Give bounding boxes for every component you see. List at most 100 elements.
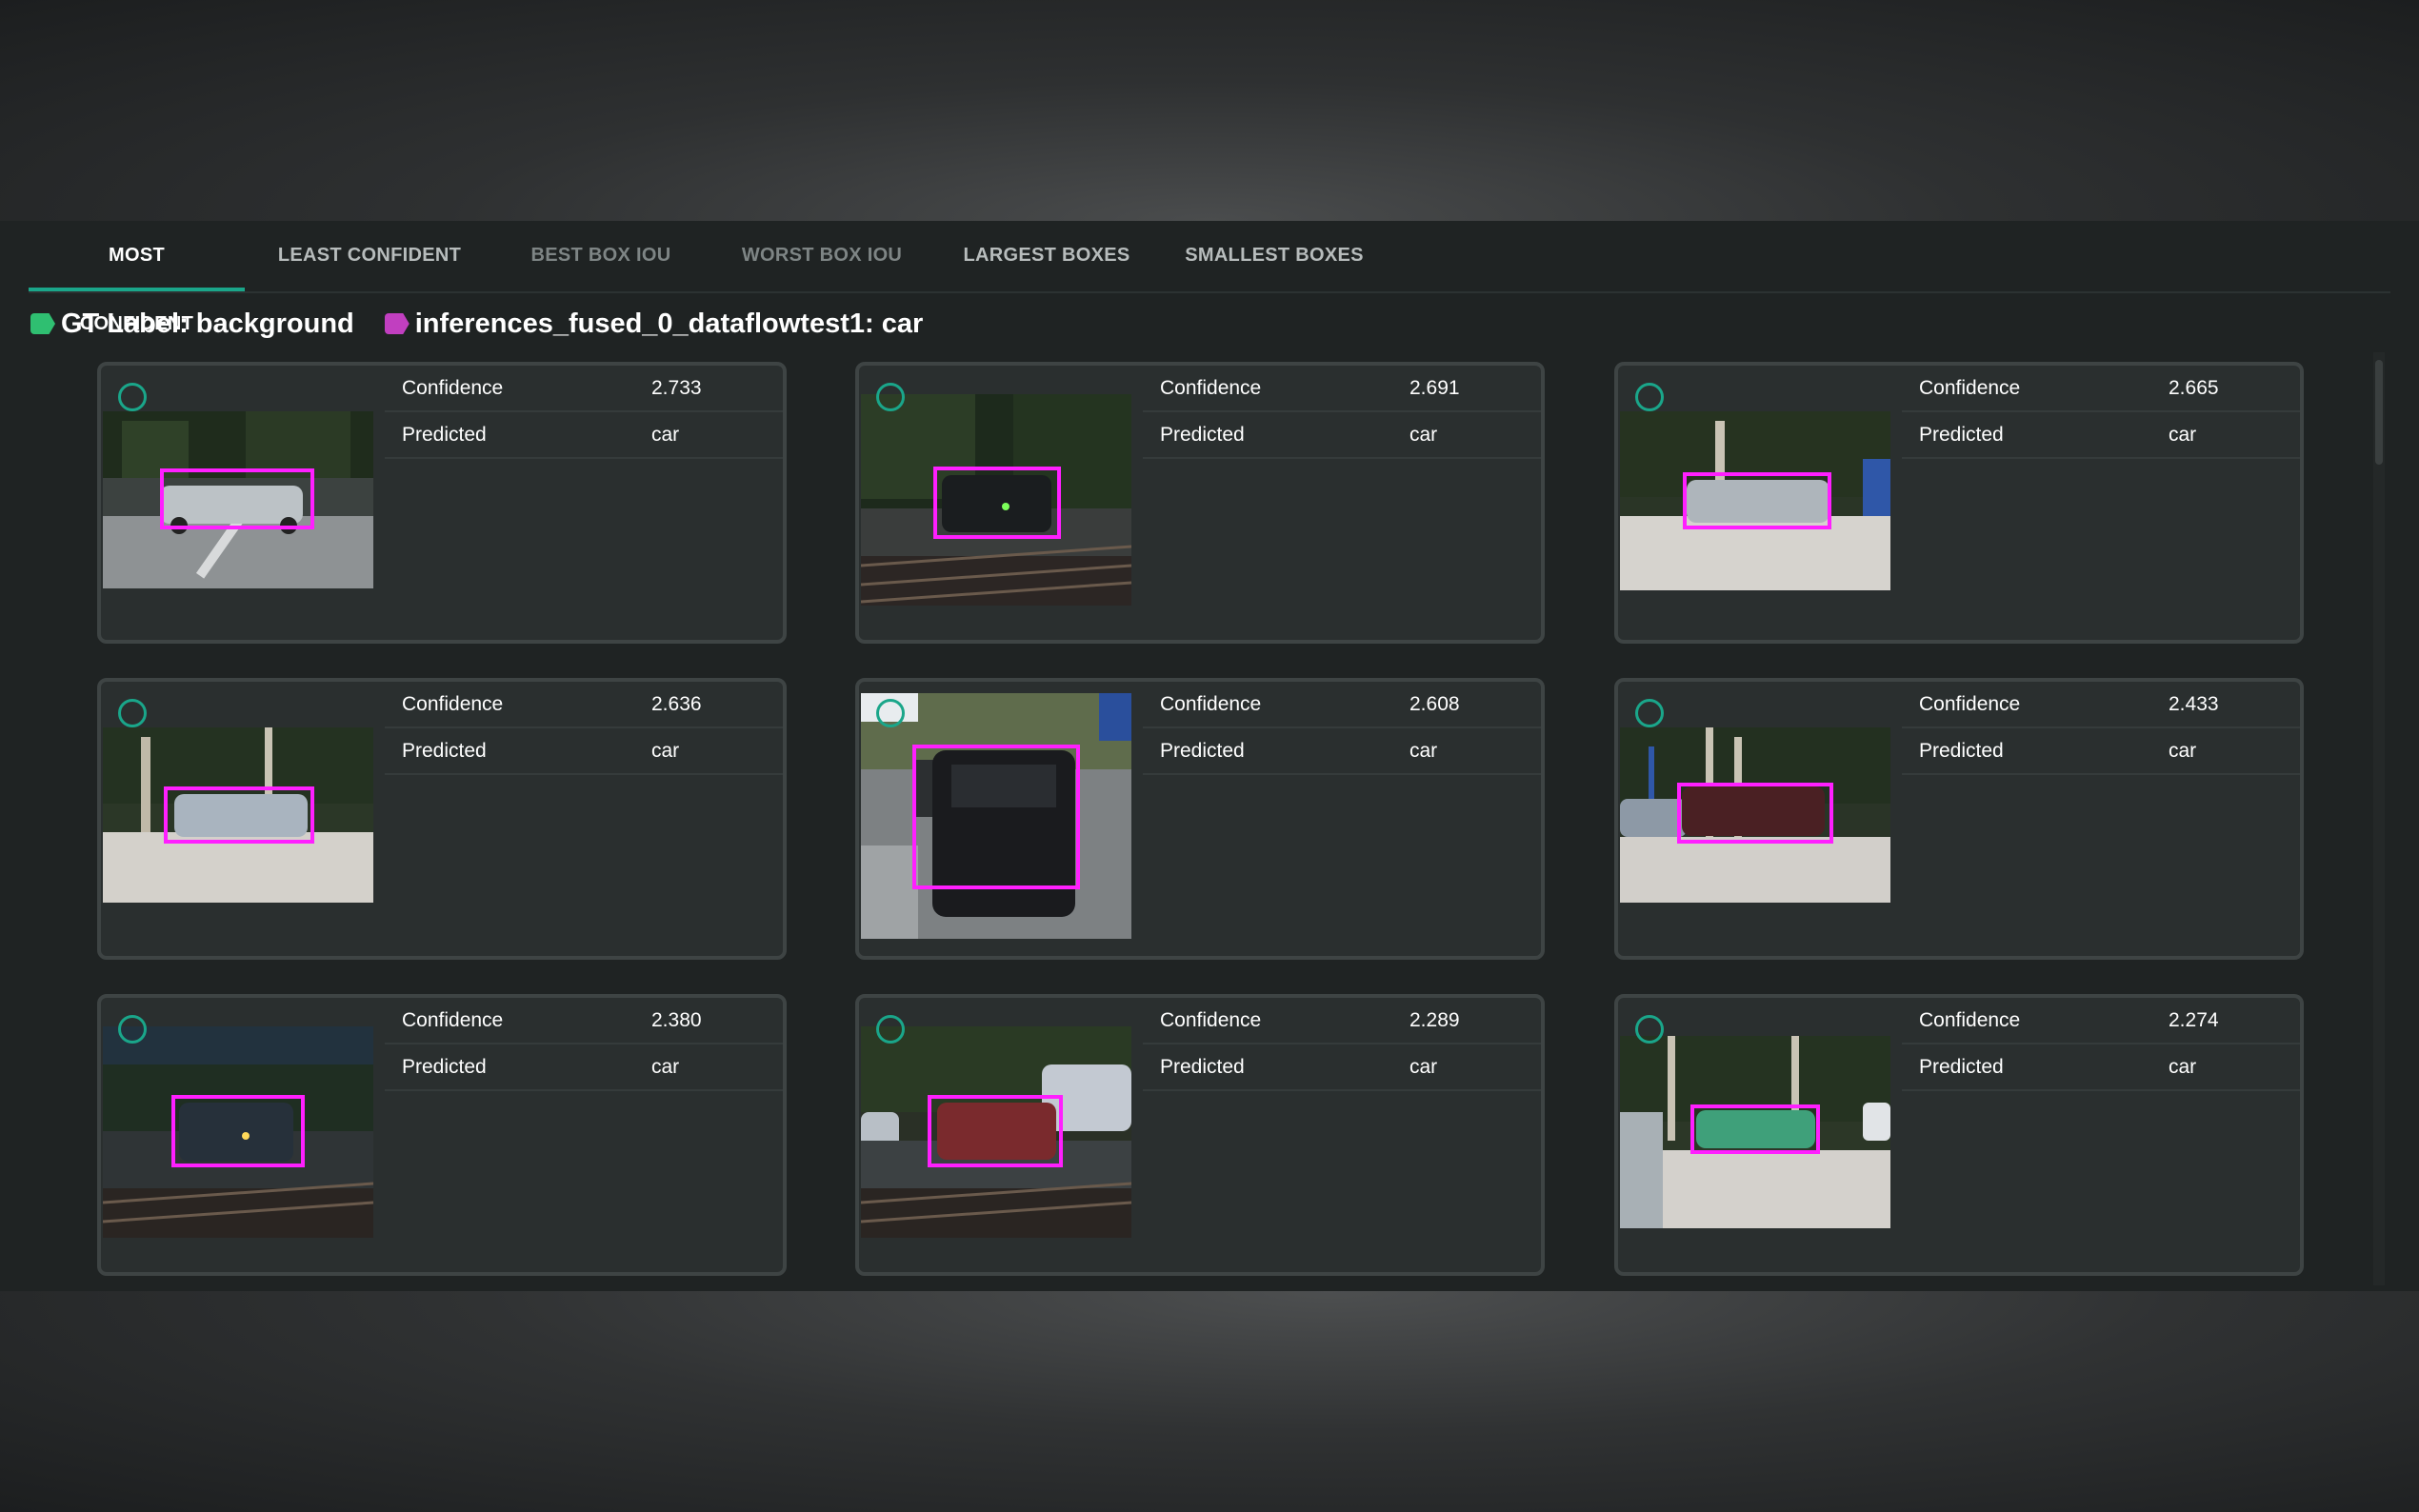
result-card[interactable]: Confidence 2.636 Predicted car bbox=[97, 678, 787, 960]
predicted-row: Predicted car bbox=[1143, 1044, 1541, 1091]
confidence-row: Confidence 2.691 bbox=[1143, 366, 1541, 412]
confidence-label: Confidence bbox=[402, 693, 504, 715]
tab-most-confident[interactable]: MOST CONFIDENT bbox=[29, 221, 245, 334]
predicted-label: Predicted bbox=[402, 424, 487, 446]
select-checkbox[interactable] bbox=[118, 699, 147, 727]
result-card[interactable]: Confidence 2.433 Predicted car bbox=[1614, 678, 2304, 960]
confidence-label: Confidence bbox=[1919, 1009, 2021, 1031]
confidence-label: Confidence bbox=[1160, 693, 1262, 715]
thumbnail-image bbox=[103, 411, 373, 588]
thumbnail-image bbox=[103, 727, 373, 903]
select-checkbox[interactable] bbox=[1635, 1015, 1664, 1044]
predicted-row: Predicted car bbox=[1143, 412, 1541, 459]
confidence-row: Confidence 2.289 bbox=[1143, 998, 1541, 1044]
tab-best-box-iou[interactable]: BEST BOX IOU bbox=[495, 221, 707, 289]
tab-least-confident[interactable]: LEAST CONFIDENT bbox=[245, 221, 494, 289]
confidence-label: Confidence bbox=[1160, 377, 1262, 399]
predicted-label: Predicted bbox=[1160, 740, 1245, 762]
gt-label-tag[interactable]: GT Label: background bbox=[30, 308, 354, 340]
card-properties: Confidence 2.691 Predicted car bbox=[1143, 366, 1541, 459]
card-properties: Confidence 2.636 Predicted car bbox=[385, 682, 783, 775]
confidence-value: 2.380 bbox=[651, 1009, 702, 1031]
predicted-value: car bbox=[2169, 1056, 2197, 1078]
card-properties: Confidence 2.665 Predicted car bbox=[1902, 366, 2300, 459]
confidence-row: Confidence 2.433 bbox=[1902, 682, 2300, 728]
confidence-row: Confidence 2.636 bbox=[385, 682, 783, 728]
card-properties: Confidence 2.380 Predicted car bbox=[385, 998, 783, 1091]
result-card[interactable]: Confidence 2.289 Predicted car bbox=[855, 994, 1545, 1276]
confidence-value: 2.433 bbox=[2169, 693, 2219, 715]
confidence-row: Confidence 2.665 bbox=[1902, 366, 2300, 412]
results-panel: MOST CONFIDENT LEAST CONFIDENT BEST BOX … bbox=[0, 221, 2419, 1291]
predicted-row: Predicted car bbox=[1902, 1044, 2300, 1091]
thumbnail-image bbox=[861, 693, 1131, 939]
predicted-row: Predicted car bbox=[385, 1044, 783, 1091]
thumbnail-image bbox=[103, 1026, 373, 1238]
result-card[interactable]: Confidence 2.733 Predicted car bbox=[97, 362, 787, 644]
confidence-value: 2.665 bbox=[2169, 377, 2219, 399]
thumbnail-image bbox=[861, 394, 1131, 606]
predicted-row: Predicted car bbox=[1143, 728, 1541, 775]
predicted-row: Predicted car bbox=[385, 728, 783, 775]
confidence-value: 2.691 bbox=[1409, 377, 1460, 399]
result-card[interactable]: Confidence 2.608 Predicted car bbox=[855, 678, 1545, 960]
vertical-scrollbar[interactable] bbox=[2373, 352, 2385, 1285]
confidence-row: Confidence 2.608 bbox=[1143, 682, 1541, 728]
gt-label-text: GT Label: background bbox=[61, 308, 354, 339]
predicted-value: car bbox=[651, 424, 680, 446]
select-checkbox[interactable] bbox=[876, 1015, 905, 1044]
predicted-value: car bbox=[651, 740, 680, 762]
confidence-label: Confidence bbox=[1919, 377, 2021, 399]
card-properties: Confidence 2.274 Predicted car bbox=[1902, 998, 2300, 1091]
confidence-label: Confidence bbox=[1160, 1009, 1262, 1031]
card-properties: Confidence 2.733 Predicted car bbox=[385, 366, 783, 459]
thumbnail-image bbox=[1620, 411, 1890, 590]
select-checkbox[interactable] bbox=[1635, 383, 1664, 411]
tag-icon bbox=[384, 313, 410, 334]
predicted-value: car bbox=[1409, 1056, 1438, 1078]
tag-icon bbox=[30, 313, 55, 334]
predicted-row: Predicted car bbox=[1902, 728, 2300, 775]
label-filter-bar: GT Label: background inferences_fused_0_… bbox=[30, 305, 953, 343]
predicted-label: Predicted bbox=[402, 740, 487, 762]
confidence-row: Confidence 2.380 bbox=[385, 998, 783, 1044]
confidence-value: 2.608 bbox=[1409, 693, 1460, 715]
scrollbar-thumb[interactable] bbox=[2375, 360, 2383, 465]
predicted-value: car bbox=[2169, 740, 2197, 762]
predicted-label: Predicted bbox=[1919, 424, 2004, 446]
confidence-value: 2.289 bbox=[1409, 1009, 1460, 1031]
confidence-row: Confidence 2.274 bbox=[1902, 998, 2300, 1044]
confidence-row: Confidence 2.733 bbox=[385, 366, 783, 412]
card-properties: Confidence 2.289 Predicted car bbox=[1143, 998, 1541, 1091]
inference-label-text: inferences_fused_0_dataflowtest1: car bbox=[414, 308, 924, 339]
predicted-row: Predicted car bbox=[1902, 412, 2300, 459]
select-checkbox[interactable] bbox=[118, 383, 147, 411]
background-top bbox=[0, 0, 2419, 221]
predicted-label: Predicted bbox=[1160, 1056, 1245, 1078]
inference-label-tag[interactable]: inferences_fused_0_dataflowtest1: car bbox=[384, 308, 924, 340]
tab-worst-box-iou[interactable]: WORST BOX IOU bbox=[707, 221, 937, 289]
result-card[interactable]: Confidence 2.691 Predicted car bbox=[855, 362, 1545, 644]
predicted-value: car bbox=[1409, 740, 1438, 762]
thumbnail-image bbox=[1620, 727, 1890, 903]
predicted-label: Predicted bbox=[1919, 1056, 2004, 1078]
result-card[interactable]: Confidence 2.274 Predicted car bbox=[1614, 994, 2304, 1276]
result-card[interactable]: Confidence 2.380 Predicted car bbox=[97, 994, 787, 1276]
predicted-value: car bbox=[651, 1056, 680, 1078]
predicted-value: car bbox=[1409, 424, 1438, 446]
confidence-label: Confidence bbox=[402, 377, 504, 399]
confidence-value: 2.733 bbox=[651, 377, 702, 399]
select-checkbox[interactable] bbox=[1635, 699, 1664, 727]
select-checkbox[interactable] bbox=[876, 383, 905, 411]
result-card[interactable]: Confidence 2.665 Predicted car bbox=[1614, 362, 2304, 644]
select-checkbox[interactable] bbox=[876, 699, 905, 727]
tab-largest-boxes[interactable]: LARGEST BOXES bbox=[935, 221, 1158, 289]
confidence-label: Confidence bbox=[402, 1009, 504, 1031]
predicted-label: Predicted bbox=[1919, 740, 2004, 762]
tab-smallest-boxes[interactable]: SMALLEST BOXES bbox=[1158, 221, 1390, 289]
confidence-value: 2.636 bbox=[651, 693, 702, 715]
predicted-value: car bbox=[2169, 424, 2197, 446]
select-checkbox[interactable] bbox=[118, 1015, 147, 1044]
thumbnail-image bbox=[1620, 1036, 1890, 1228]
thumbnail-image bbox=[861, 1026, 1131, 1238]
